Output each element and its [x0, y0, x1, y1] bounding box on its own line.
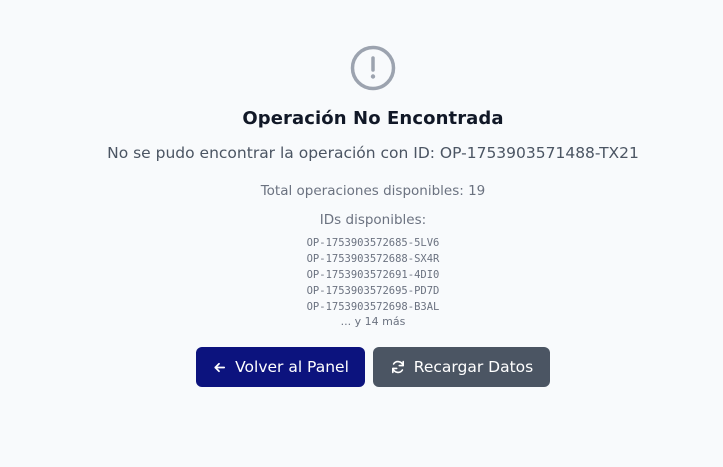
ids-list: OP-1753903572685-5LV6 OP-1753903572688-S… — [0, 235, 723, 315]
total-operations: Total operaciones disponibles: 19 — [260, 183, 486, 199]
not-found-panel: Operación No Encontrada No se pudo encon… — [0, 0, 723, 467]
id-item: OP-1753903572685-5LV6 — [306, 237, 440, 249]
ids-label: IDs disponibles: — [319, 212, 427, 228]
id-item: OP-1753903572691-4DI0 — [306, 269, 440, 281]
back-button-label: Volver al Panel — [235, 358, 349, 376]
back-to-panel-button[interactable]: Volver al Panel — [196, 347, 365, 387]
page-title: Operación No Encontrada — [242, 108, 504, 129]
reload-button-label: Recargar Datos — [413, 358, 534, 376]
refresh-icon — [391, 360, 404, 374]
alert-circle-icon — [350, 45, 396, 91]
reload-data-button[interactable]: Recargar Datos — [373, 347, 550, 387]
id-item: OP-1753903572688-SX4R — [306, 253, 440, 265]
id-item: OP-1753903572698-B3AL — [306, 301, 440, 313]
error-message: No se pudo encontrar la operación con ID… — [107, 144, 639, 162]
arrow-left-icon — [214, 362, 226, 372]
id-item: OP-1753903572695-PD7D — [306, 285, 440, 297]
more-ids-note: ... y 14 más — [340, 315, 406, 328]
